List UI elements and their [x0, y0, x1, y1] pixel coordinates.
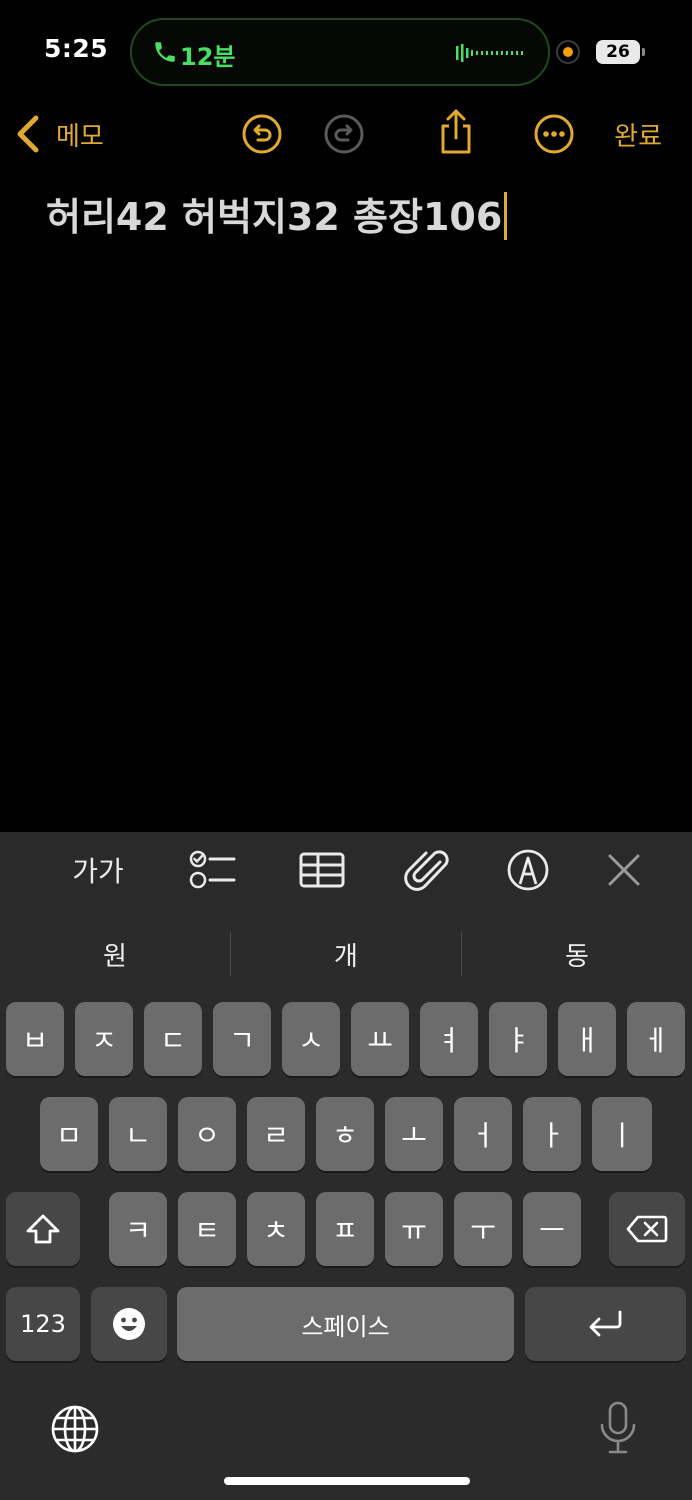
- emoji-icon: [113, 1308, 145, 1340]
- share-icon[interactable]: [434, 108, 478, 156]
- more-options-icon[interactable]: [532, 112, 576, 156]
- key[interactable]: ㅇ: [178, 1097, 236, 1171]
- note-text: 허리42 허벅지32 총장106: [46, 195, 503, 239]
- key[interactable]: ㅈ: [75, 1002, 133, 1076]
- key[interactable]: ㅂ: [6, 1002, 64, 1076]
- numbers-key[interactable]: 123: [6, 1287, 80, 1361]
- phone-icon: [155, 42, 175, 62]
- key[interactable]: ㅓ: [454, 1097, 512, 1171]
- microphone-icon[interactable]: [596, 1400, 640, 1456]
- backspace-icon: [626, 1215, 668, 1243]
- shift-icon: [26, 1214, 60, 1244]
- back-button[interactable]: 메모: [14, 112, 104, 156]
- space-key[interactable]: 스페이스: [177, 1287, 514, 1361]
- close-icon[interactable]: [604, 848, 644, 892]
- text-cursor: [504, 191, 508, 240]
- text-style-button[interactable]: 가가: [66, 848, 130, 892]
- call-duration: 12분: [180, 43, 236, 71]
- suggestion-3[interactable]: 동: [462, 932, 692, 982]
- key[interactable]: ㅐ: [558, 1002, 616, 1076]
- status-time: 5:25: [44, 34, 109, 63]
- format-toolbar: 가가: [0, 832, 692, 908]
- key[interactable]: ㄱ: [213, 1002, 271, 1076]
- suggestion-2[interactable]: 개: [231, 932, 461, 982]
- key[interactable]: ㄹ: [247, 1097, 305, 1171]
- done-button[interactable]: 완료: [614, 116, 662, 153]
- checklist-icon[interactable]: [188, 848, 236, 892]
- key[interactable]: ㄴ: [109, 1097, 167, 1171]
- home-indicator[interactable]: [224, 1477, 470, 1485]
- key[interactable]: ㄷ: [144, 1002, 202, 1076]
- markup-pen-icon[interactable]: [506, 848, 550, 892]
- battery-indicator: 26: [596, 40, 645, 64]
- return-key[interactable]: [525, 1287, 686, 1361]
- key[interactable]: ㅎ: [316, 1097, 374, 1171]
- globe-icon[interactable]: [50, 1404, 100, 1454]
- key[interactable]: ㅅ: [282, 1002, 340, 1076]
- note-body[interactable]: 허리42 허벅지32 총장106: [46, 186, 508, 244]
- key[interactable]: ㅗ: [385, 1097, 443, 1171]
- return-icon: [589, 1310, 621, 1337]
- key[interactable]: ㅋ: [109, 1192, 167, 1266]
- key[interactable]: ㅏ: [523, 1097, 581, 1171]
- key[interactable]: ㅁ: [40, 1097, 98, 1171]
- shift-key[interactable]: [6, 1192, 80, 1266]
- key[interactable]: ㅑ: [489, 1002, 547, 1076]
- back-label: 메모: [56, 121, 104, 152]
- korean-keyboard: 원 개 동 ㅂ ㅈ ㄷ ㄱ ㅅ ㅛ ㅕ ㅑ ㅐ ㅔ ㅁ ㄴ ㅇ ㄹ ㅎ ㅗ ㅓ …: [0, 908, 692, 1500]
- attachment-icon[interactable]: [404, 848, 452, 892]
- undo-icon[interactable]: [240, 112, 284, 156]
- chevron-left-icon: [17, 115, 39, 153]
- key[interactable]: ㅠ: [385, 1192, 443, 1266]
- emoji-key[interactable]: [91, 1287, 167, 1361]
- suggestion-1[interactable]: 원: [0, 932, 230, 982]
- audio-waveform-icon: [456, 44, 523, 62]
- key[interactable]: ㅌ: [178, 1192, 236, 1266]
- key[interactable]: ㅡ: [523, 1192, 581, 1266]
- live-call-island[interactable]: 12분: [130, 18, 550, 86]
- redo-icon[interactable]: [322, 112, 366, 156]
- key[interactable]: ㅔ: [627, 1002, 685, 1076]
- key[interactable]: ㅕ: [420, 1002, 478, 1076]
- key[interactable]: ㅣ: [592, 1097, 652, 1171]
- key[interactable]: ㅛ: [351, 1002, 409, 1076]
- key[interactable]: ㅍ: [316, 1192, 374, 1266]
- key[interactable]: ㅜ: [454, 1192, 512, 1266]
- key[interactable]: ㅊ: [247, 1192, 305, 1266]
- delete-key[interactable]: [609, 1192, 685, 1266]
- camera-in-use-indicator: [556, 40, 580, 64]
- table-icon[interactable]: [298, 848, 346, 892]
